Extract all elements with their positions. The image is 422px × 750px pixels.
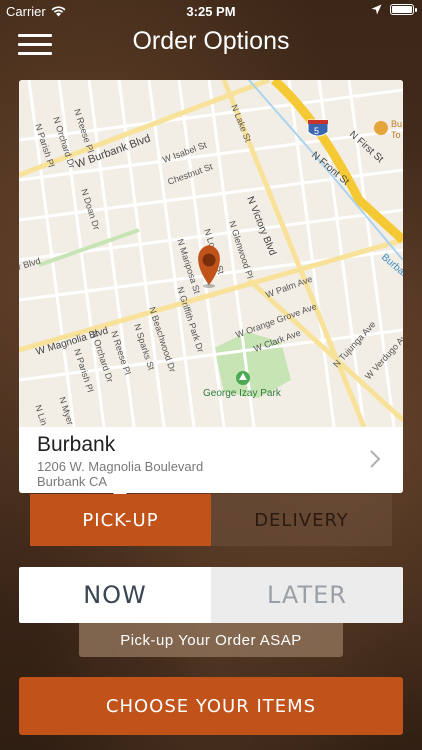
- location-address-line2: Burbank CA: [37, 474, 108, 489]
- location-card: W Burbank Blvd W Isabel St Chestnut St N…: [19, 80, 403, 493]
- svg-text:5: 5: [314, 126, 319, 136]
- battery-fill: [392, 6, 412, 13]
- location-name: Burbank: [37, 433, 116, 456]
- location-address-line1: 1206 W. Magnolia Boulevard: [37, 459, 204, 474]
- order-type-toggle: PICK-UP DELIVERY: [30, 494, 392, 546]
- interstate-shield-icon: 5: [307, 119, 329, 137]
- delivery-button[interactable]: DELIVERY: [211, 494, 392, 546]
- map-label: Bu: [391, 119, 402, 129]
- status-bar: Carrier 3:25 PM: [0, 0, 422, 22]
- timing-description: Pick-up Your Order ASAP: [79, 623, 343, 657]
- page-title: Order Options: [132, 27, 290, 55]
- chevron-right-icon: [370, 450, 381, 468]
- restaurant-poi-icon: [374, 121, 388, 135]
- battery-icon: [390, 4, 417, 15]
- pickup-button[interactable]: PICK-UP: [30, 494, 211, 546]
- order-timing-toggle: NOW LATER: [19, 567, 403, 623]
- status-right: [371, 4, 417, 15]
- choose-items-button[interactable]: CHOOSE YOUR ITEMS: [19, 677, 403, 735]
- location-arrow-icon: [371, 4, 382, 15]
- map-canvas: W Burbank Blvd W Isabel St Chestnut St N…: [19, 80, 403, 427]
- status-time: 3:25 PM: [186, 4, 236, 19]
- later-button[interactable]: LATER: [211, 567, 403, 623]
- now-button[interactable]: NOW: [19, 567, 211, 623]
- map-view[interactable]: W Burbank Blvd W Isabel St Chestnut St N…: [19, 80, 403, 427]
- location-info-row[interactable]: Burbank 1206 W. Magnolia Boulevard Burba…: [19, 427, 403, 493]
- map-label: To: [391, 130, 401, 140]
- navigation-bar: Order Options: [0, 22, 422, 66]
- map-label: George Izay Park: [203, 388, 282, 399]
